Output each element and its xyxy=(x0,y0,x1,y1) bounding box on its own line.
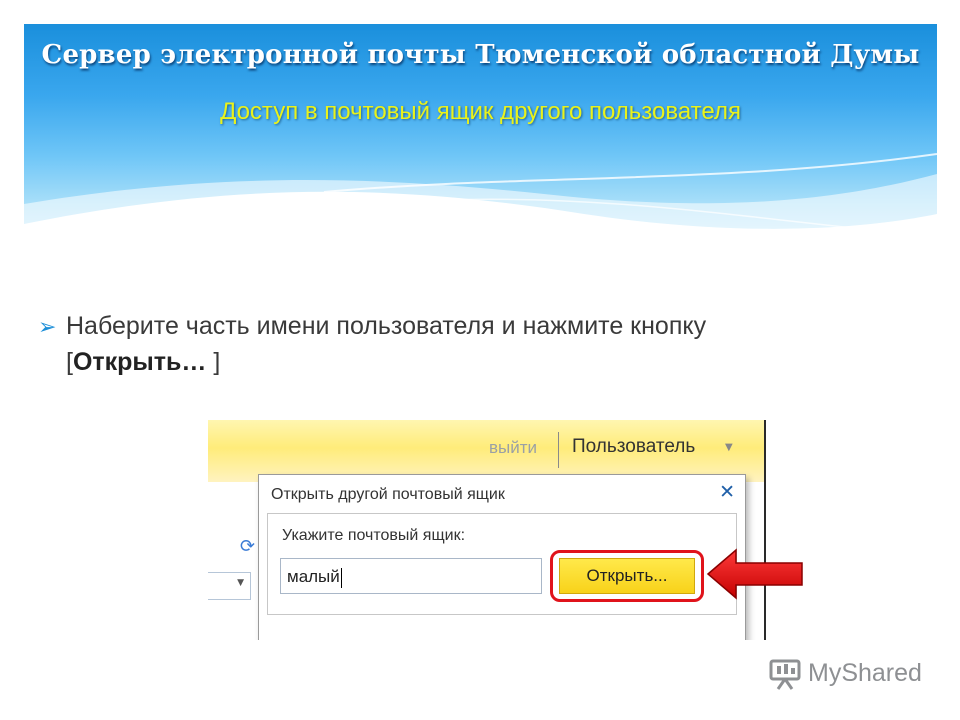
instruction-text: Наберите часть имени пользователя и нажм… xyxy=(66,312,707,340)
dropdown-caret-icon[interactable]: ▼ xyxy=(725,442,733,453)
mailbox-input[interactable]: малый xyxy=(280,558,542,594)
text-caret xyxy=(340,567,342,588)
mailbox-input-value: малый xyxy=(287,567,340,586)
slide-header: Сервер электронной почты Тюменской облас… xyxy=(24,24,937,264)
instruction-button-ref: [Открыть… ] xyxy=(66,345,220,379)
myshared-logo-icon xyxy=(769,659,801,690)
owa-screenshot: выйти Пользователь ▼ ⟳ ▼ Открыть другой … xyxy=(208,420,764,640)
watermark-text: MyShared xyxy=(808,659,922,687)
arrow-bullet-icon: ➢ xyxy=(38,314,57,339)
slide-subtitle: Доступ в почтовый ящик другого пользоват… xyxy=(220,98,741,125)
bracket-close: ] xyxy=(206,348,221,376)
dialog-title: Открыть другой почтовый ящик xyxy=(271,486,505,503)
red-arrow-icon xyxy=(706,548,803,600)
open-button[interactable]: Открыть... xyxy=(559,558,695,594)
screenshot-right-border xyxy=(764,420,766,640)
dialog-body: Укажите почтовый ящик: малый Открыть... xyxy=(267,513,737,615)
folder-select[interactable]: ▼ xyxy=(208,572,251,600)
open-mailbox-dialog: Открыть другой почтовый ящик ✕ Укажите п… xyxy=(258,474,746,640)
slide-title: Сервер электронной почты Тюменской облас… xyxy=(41,40,920,70)
bracket-open: [ xyxy=(66,348,73,376)
user-menu[interactable]: Пользователь xyxy=(572,436,695,458)
mailbox-prompt-label: Укажите почтовый ящик: xyxy=(282,527,466,544)
refresh-icon[interactable]: ⟳ xyxy=(240,536,255,557)
toolbar-divider xyxy=(558,432,559,468)
signout-link[interactable]: выйти xyxy=(489,438,537,458)
close-icon[interactable]: ✕ xyxy=(719,481,735,503)
select-caret-icon: ▼ xyxy=(237,578,244,588)
button-name-bold: Открыть… xyxy=(72,348,207,376)
myshared-watermark: MyShared xyxy=(768,657,922,693)
